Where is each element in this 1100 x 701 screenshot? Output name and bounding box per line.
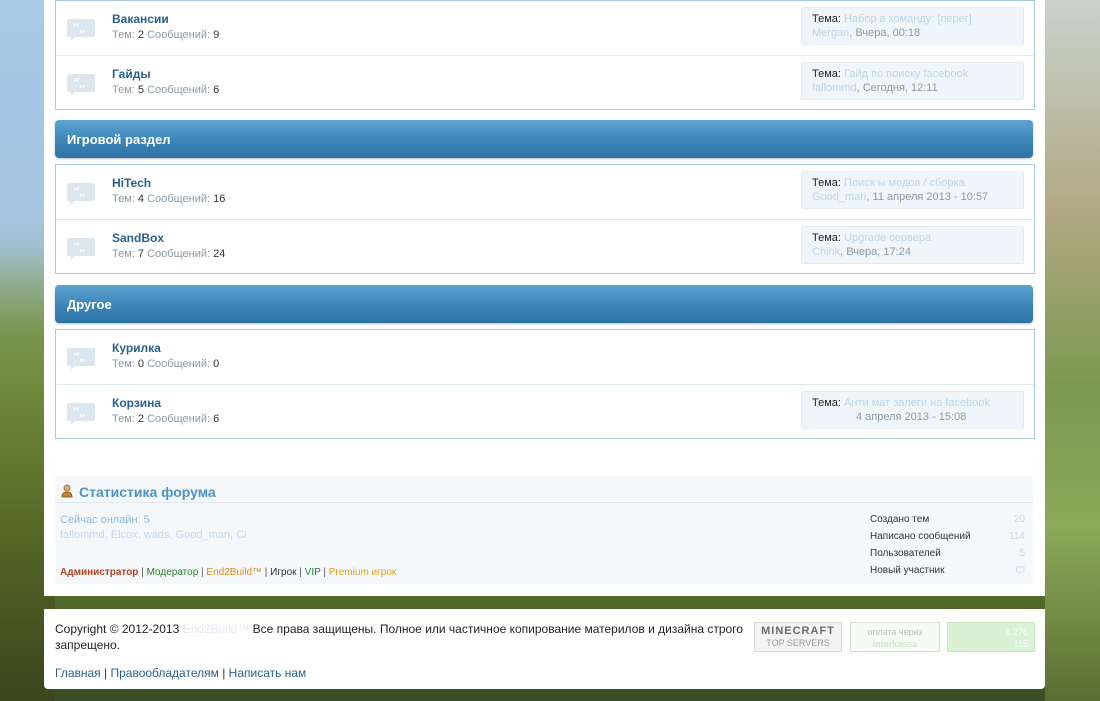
forum-main: “„ Вакансии Тем: 2 Сообщений: 9 Тема: На… xyxy=(44,0,1045,596)
forum-speech-icon: “„ xyxy=(67,74,95,96)
user-icon xyxy=(61,484,73,498)
background-right xyxy=(1045,0,1100,701)
forum-title-link[interactable]: Гайды xyxy=(112,67,151,81)
forum-stats: Тем: 2 Сообщений: 9 xyxy=(112,29,220,41)
stat-values: 20 114 5 Cl xyxy=(995,511,1025,579)
online-count: Сейчас онлайн: 5 xyxy=(60,514,150,526)
forum-title-link[interactable]: Корзина xyxy=(112,396,161,410)
forum-row[interactable]: “„ Курилка Тем: 0 Сообщений: 0 xyxy=(56,330,1034,385)
forum-title-link[interactable]: Вакансии xyxy=(112,12,169,26)
group-legend: Администратор | Модератор | End2Build™ |… xyxy=(60,567,397,578)
forum-title-link[interactable]: Курилка xyxy=(112,341,161,355)
stats-title: Статистика форума xyxy=(79,484,216,500)
forum-row[interactable]: “„ Гайды Тем: 5 Сообщений: 6 Тема: Гайд … xyxy=(56,56,1034,110)
forum-title-link[interactable]: SandBox xyxy=(112,231,164,245)
forum-stats: Тем: 2 Сообщений: 6 xyxy=(112,413,220,425)
footer-link-copyright[interactable]: Правообладателям xyxy=(110,666,218,680)
legend-admin: Администратор xyxy=(60,567,139,578)
forum-stats: Тем: 5 Сообщений: 6 xyxy=(112,84,220,96)
copyright-text: Copyright © 2012-2013 End2Build™ Все пра… xyxy=(55,622,743,652)
forum-row[interactable]: “„ Вакансии Тем: 2 Сообщений: 9 Тема: На… xyxy=(56,1,1034,56)
forum-speech-icon: “„ xyxy=(67,238,95,260)
forum-speech-icon: “„ xyxy=(67,403,95,425)
last-post-topic-link[interactable]: Upgrade сервера xyxy=(844,232,931,244)
legend-e2b: End2Build™ xyxy=(206,567,263,578)
forum-speech-icon: “„ xyxy=(67,348,95,370)
last-post-author[interactable]: Mergan xyxy=(812,27,849,39)
last-post-box: Тема: Набор в команду: [перег] Mergan, В… xyxy=(801,7,1024,45)
last-post-box: Тема: Upgrade сервера Chink, Вчера, 17:2… xyxy=(801,226,1024,264)
forum-speech-icon: “„ xyxy=(67,183,95,205)
category-box-game: “„ HiTech Тем: 4 Сообщений: 16 Тема: Пои… xyxy=(55,164,1035,274)
footer-link-home[interactable]: Главная xyxy=(55,666,101,680)
last-post-topic-link[interactable]: Анти мат залеги на facebook xyxy=(844,397,990,409)
stat-labels: Создано тем Написано сообщений Пользоват… xyxy=(870,514,971,576)
forum-stats: Тем: 0 Сообщений: 0 xyxy=(112,358,220,370)
last-post-topic-link[interactable]: Поиск ы модов / сборка xyxy=(844,177,965,189)
legend-moderator: Модератор xyxy=(146,567,199,578)
divider xyxy=(55,502,1033,503)
last-post-topic-link[interactable]: Гайд по поиску facebook xyxy=(844,68,968,80)
forum-row[interactable]: “„ SandBox Тем: 7 Сообщений: 24 Тема: Up… xyxy=(56,220,1034,274)
minecraft-topservers-badge[interactable]: MINECRAFT TOP SERVERS xyxy=(754,622,842,652)
last-post-box: Тема: Анти мат залеги на facebook 4 апре… xyxy=(801,391,1024,429)
category-header-other[interactable]: Другое xyxy=(55,285,1033,323)
online-users-list[interactable]: fallommd, Elcox, wads, Good_man, Cl xyxy=(60,529,246,541)
interkassa-badge[interactable]: оплата через interkassa xyxy=(850,622,940,652)
last-post-author[interactable]: Good_man xyxy=(812,191,866,203)
last-post-box: Тема: Поиск ы модов / сборка Good_man, 1… xyxy=(801,171,1024,209)
last-post-author[interactable]: Chink xyxy=(812,246,840,258)
forum-title-link[interactable]: HiTech xyxy=(112,176,151,190)
forum-row[interactable]: “„ Корзина Тем: 2 Сообщений: 6 Тема: Ант… xyxy=(56,385,1034,439)
forum-stats: Тем: 4 Сообщений: 16 xyxy=(112,193,226,205)
newest-member-link[interactable]: Cl xyxy=(995,562,1025,579)
footer-link-contact[interactable]: Написать нам xyxy=(229,666,307,680)
counter-badge[interactable]: 1 276 115 xyxy=(947,622,1035,652)
forum-row[interactable]: “„ HiTech Тем: 4 Сообщений: 16 Тема: Пои… xyxy=(56,165,1034,220)
category-box-general: “„ Вакансии Тем: 2 Сообщений: 9 Тема: На… xyxy=(55,0,1035,110)
forum-speech-icon: “„ xyxy=(67,19,95,41)
page-footer: Copyright © 2012-2013 End2Build™ Все пра… xyxy=(44,609,1045,689)
legend-premium: Premium игрок xyxy=(328,567,397,578)
legend-vip: VIP xyxy=(304,567,321,578)
last-post-topic-link[interactable]: Набор в команду: [перег] xyxy=(844,13,972,25)
forum-stats: Тем: 7 Сообщений: 24 xyxy=(112,248,226,260)
forum-stats-panel: Статистика форума Сейчас онлайн: 5 fallo… xyxy=(55,476,1033,584)
category-box-other: “„ Курилка Тем: 0 Сообщений: 0 “„ Корзин… xyxy=(55,329,1035,439)
last-post-box: Тема: Гайд по поиску facebook fallommd, … xyxy=(801,62,1024,100)
legend-player: Игрок xyxy=(270,567,297,578)
category-header-game[interactable]: Игровой раздел xyxy=(55,120,1033,158)
footer-links: Главная | Правообладателям | Написать на… xyxy=(55,666,307,680)
last-post-author[interactable]: fallommd xyxy=(812,82,857,94)
